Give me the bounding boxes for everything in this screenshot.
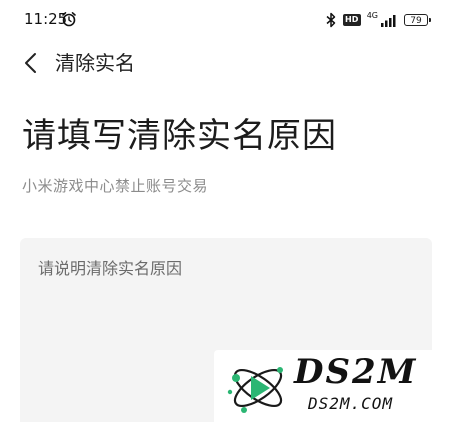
network-type-label: 4G xyxy=(366,11,378,20)
alarm-clock-icon xyxy=(62,12,76,27)
hd-badge: HD xyxy=(342,14,361,26)
status-bar: 11:25 HD 4G 79 xyxy=(0,0,450,38)
bluetooth-icon xyxy=(326,12,335,28)
watermark-brand: DS2M xyxy=(294,352,418,392)
battery-indicator: 79 xyxy=(404,14,431,26)
watermark-domain: DS2M.COM xyxy=(308,394,394,413)
nav-title: 清除实名 xyxy=(55,51,135,75)
subtext-notice: 小米游戏中心禁止账号交易 xyxy=(22,177,209,195)
watermark: DS2M DS2M.COM xyxy=(214,350,450,422)
back-arrow-icon[interactable] xyxy=(22,52,40,74)
watermark-logo-icon xyxy=(227,367,283,413)
signal-strength-icon xyxy=(381,15,396,27)
page-heading: 请填写清除实名原因 xyxy=(22,116,337,156)
status-indicators: HD 4G 79 xyxy=(325,10,431,30)
